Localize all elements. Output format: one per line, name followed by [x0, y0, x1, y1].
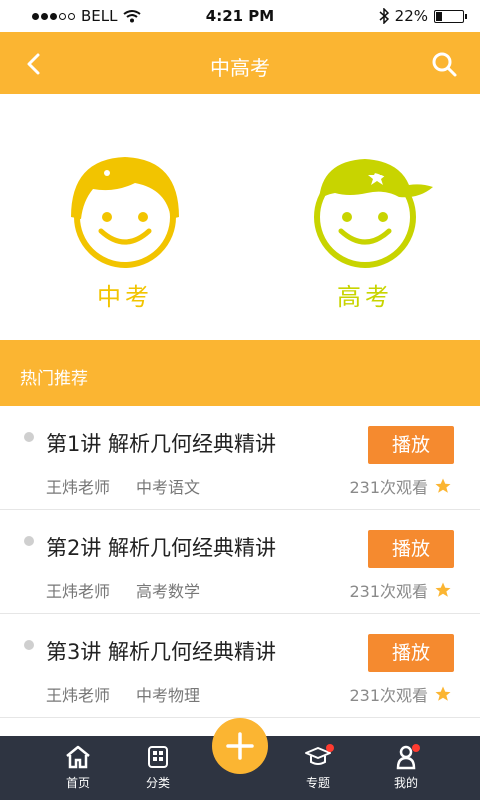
subject-name: 中考语文: [136, 478, 201, 497]
exam-label: 中考: [97, 283, 153, 311]
list-item[interactable]: 第1讲 解析几何经典精讲 王炜老师 中考语文 播放 231次观看: [0, 406, 480, 510]
teacher-name: 王炜老师: [46, 686, 111, 705]
view-count: 231次观看: [349, 682, 452, 706]
list-item[interactable]: 第3讲 解析几何经典精讲 王炜老师 中考物理 播放 231次观看: [0, 614, 480, 718]
subject-name: 高考数学: [136, 582, 201, 601]
bullet-icon: [24, 536, 34, 546]
tab-bar: 首页 分类 专题 我的: [0, 718, 480, 800]
course-title: 第3讲 解析几何经典精讲: [46, 640, 277, 664]
grid-icon: [148, 746, 168, 768]
plus-icon: [226, 732, 254, 760]
bluetooth-icon: [379, 8, 389, 24]
course-title: 第1讲 解析几何经典精讲: [46, 432, 277, 456]
tab-label: 首页: [65, 776, 90, 790]
course-meta: 王炜老师 中考物理: [46, 682, 200, 706]
views-text: 231次观看: [349, 582, 428, 601]
star-icon[interactable]: [434, 685, 452, 703]
list-item[interactable]: 第2讲 解析几何经典精讲 王炜老师 高考数学 播放 231次观看: [0, 510, 480, 614]
course-list: 第1讲 解析几何经典精讲 王炜老师 中考语文 播放 231次观看 第2讲 解析几…: [0, 406, 480, 718]
exam-gaokao[interactable]: 高考: [285, 149, 445, 312]
course-meta: 王炜老师 中考语文: [46, 474, 200, 498]
bullet-icon: [24, 640, 34, 650]
star-icon[interactable]: [434, 581, 452, 599]
status-right: 22%: [379, 7, 467, 25]
views-text: 231次观看: [349, 686, 428, 705]
tab-label: 分类: [145, 776, 170, 790]
tab-category[interactable]: 分类: [118, 744, 198, 791]
view-count: 231次观看: [349, 578, 452, 602]
course-meta: 王炜老师 高考数学: [46, 578, 200, 602]
course-title: 第2讲 解析几何经典精讲: [46, 536, 277, 560]
tab-label: 我的: [393, 776, 418, 790]
add-button[interactable]: [212, 718, 268, 774]
views-text: 231次观看: [349, 478, 428, 497]
battery-icon: [434, 9, 467, 23]
boy-face-icon: [314, 159, 433, 268]
notification-badge: [412, 744, 420, 752]
battery-percent: 22%: [394, 7, 428, 25]
search-icon[interactable]: [430, 50, 458, 78]
bullet-icon: [24, 432, 34, 442]
page-title: 中高考: [210, 56, 270, 80]
exam-label: 高考: [337, 283, 393, 311]
girl-face-icon: [71, 157, 179, 268]
star-icon[interactable]: [434, 477, 452, 495]
navbar: 中高考: [0, 32, 480, 94]
home-icon: [66, 745, 90, 769]
teacher-name: 王炜老师: [46, 582, 111, 601]
play-button[interactable]: 播放: [368, 530, 454, 568]
subject-name: 中考物理: [136, 686, 201, 705]
play-button[interactable]: 播放: [368, 634, 454, 672]
exam-zhongkao[interactable]: 中考: [45, 149, 205, 312]
exam-selector: 中考 高考: [0, 94, 480, 340]
section-header: 热门推荐: [0, 340, 480, 406]
status-bar: BELL 4:21 PM 22%: [0, 0, 480, 32]
section-title: 热门推荐: [20, 369, 88, 389]
tab-topics[interactable]: 专题: [278, 744, 358, 791]
view-count: 231次观看: [349, 474, 452, 498]
notification-badge: [326, 744, 334, 752]
teacher-name: 王炜老师: [46, 478, 111, 497]
tab-home[interactable]: 首页: [38, 744, 118, 791]
play-button[interactable]: 播放: [368, 426, 454, 464]
tab-label: 专题: [305, 776, 330, 790]
tab-mine[interactable]: 我的: [366, 744, 446, 791]
